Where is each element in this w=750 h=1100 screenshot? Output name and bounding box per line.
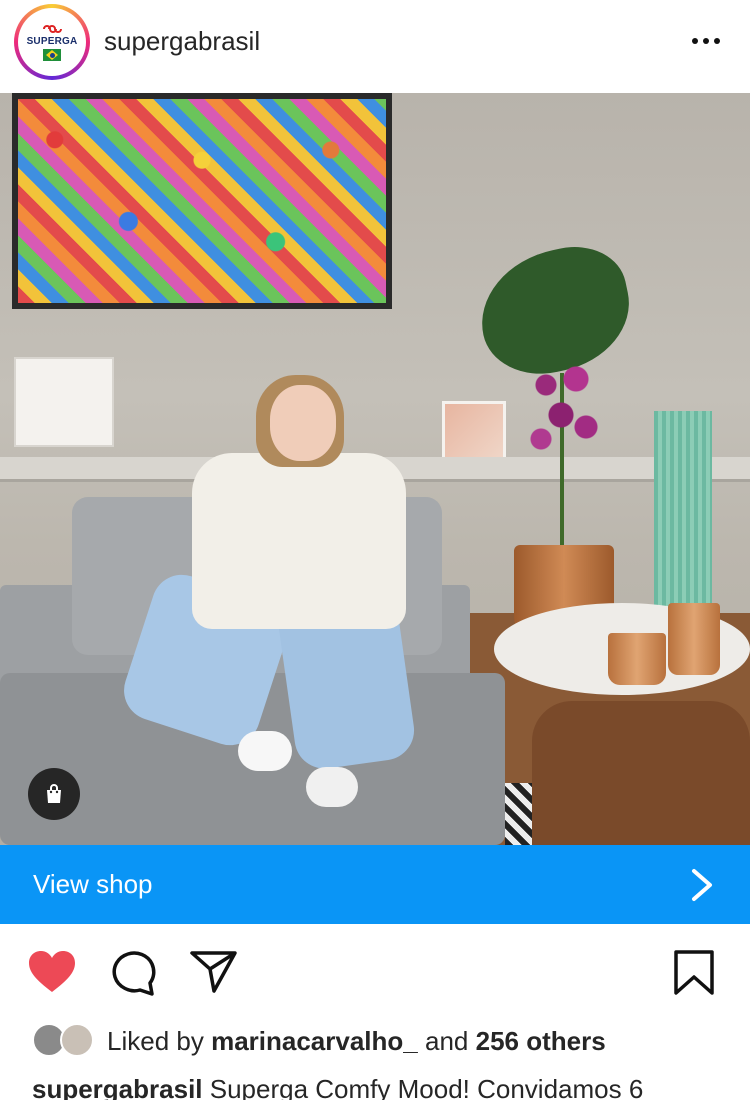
wooden-stool	[532, 701, 750, 845]
post-image[interactable]	[0, 93, 750, 845]
shopping-bag-icon[interactable]	[28, 768, 80, 820]
model-person	[116, 375, 418, 807]
green-panel	[654, 411, 712, 623]
profile-avatar[interactable]: SUPERGA	[14, 4, 90, 80]
likes-prefix: Liked by	[107, 1026, 204, 1056]
view-shop-label: View shop	[33, 869, 153, 899]
shoe	[306, 767, 358, 807]
caption-text: Superga Comfy Mood! Convidamos 6	[209, 1074, 644, 1100]
copper-cup-tall	[668, 603, 720, 675]
heart-icon[interactable]	[26, 947, 78, 999]
post-actions	[0, 925, 750, 1020]
liker-username[interactable]: marinacarvalho_	[211, 1026, 418, 1056]
brazil-flag-icon	[43, 49, 61, 61]
wall-painting	[12, 93, 392, 309]
more-options-icon[interactable]	[686, 26, 726, 56]
post-header: SUPERGA supergabrasil	[0, 0, 750, 93]
orchid-flowers	[516, 349, 616, 469]
send-icon[interactable]	[188, 947, 240, 999]
copper-cup	[608, 633, 666, 685]
post-caption: supergabrasil Superga Comfy Mood! Convid…	[0, 1066, 750, 1100]
likes-row: Liked by marinacarvalho_ and 256 others	[0, 1018, 750, 1064]
bookmark-icon[interactable]	[668, 947, 720, 999]
wall-frame	[14, 357, 114, 447]
caption-username[interactable]: supergabrasil	[32, 1074, 203, 1100]
avatar-logo: SUPERGA	[18, 8, 86, 76]
chevron-right-icon	[692, 869, 712, 901]
likes-and: and	[424, 1026, 469, 1056]
face	[270, 385, 336, 461]
view-shop-button[interactable]: View shop	[0, 845, 750, 924]
likes-summary[interactable]: Liked by marinacarvalho_ and 256 others	[107, 1026, 606, 1057]
post-username[interactable]: supergabrasil	[104, 26, 260, 57]
liker-avatar	[60, 1023, 94, 1057]
liker-avatars[interactable]	[32, 1023, 96, 1057]
shoe	[238, 731, 292, 771]
logo-text: SUPERGA	[26, 36, 78, 47]
sweater	[192, 453, 406, 629]
comment-icon[interactable]	[108, 947, 160, 999]
wall-frame-small	[442, 401, 506, 465]
likes-count[interactable]: 256 others	[476, 1026, 606, 1056]
superga-logo-icon	[43, 25, 62, 33]
